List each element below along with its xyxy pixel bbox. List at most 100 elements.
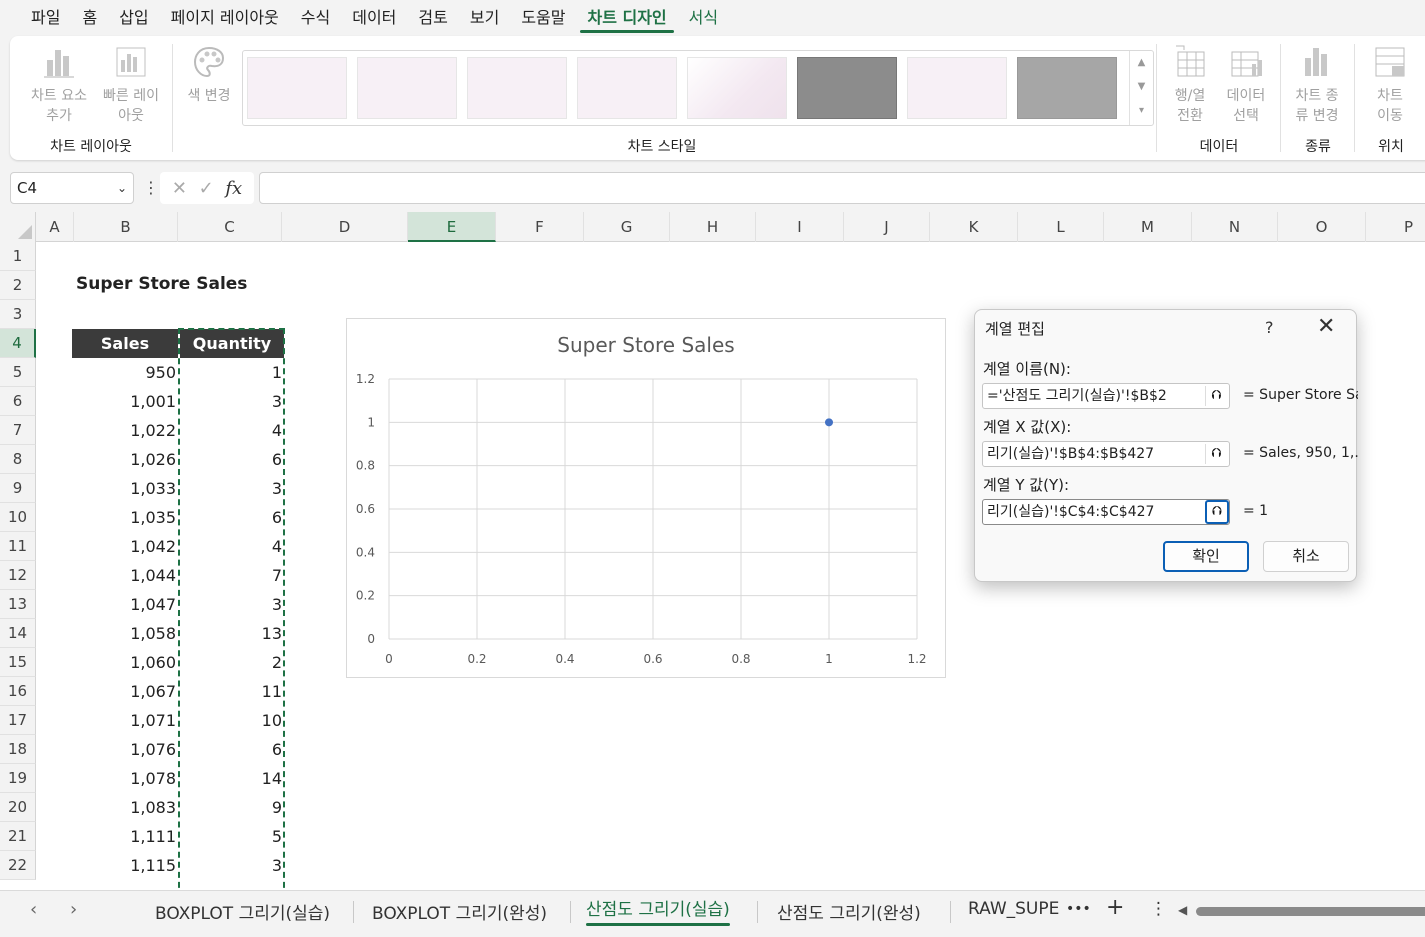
column-header[interactable]: K — [930, 212, 1018, 242]
column-header[interactable]: M — [1104, 212, 1192, 242]
cell-sales[interactable]: 1,042 — [72, 532, 176, 561]
menu-tab[interactable]: 도움말 — [510, 0, 576, 36]
row-header[interactable]: 1 — [0, 242, 36, 271]
header-sales[interactable]: Sales — [72, 329, 178, 358]
chevron-down-icon[interactable]: ⌄ — [117, 173, 127, 203]
chart-style-3[interactable] — [467, 57, 567, 119]
name-box[interactable]: C4 ⌄ — [10, 172, 134, 204]
help-icon[interactable]: ? — [1265, 318, 1274, 337]
sheet-tab-boxplot-practice[interactable]: BOXPLOT 그리기(실습) — [155, 899, 330, 924]
row-header[interactable]: 4 — [0, 329, 36, 358]
cell-sales[interactable]: 1,076 — [72, 735, 176, 764]
select-data-button[interactable]: 데이터 선택 — [1220, 42, 1272, 126]
gallery-down-icon[interactable]: ▼ — [1130, 75, 1153, 99]
row-header[interactable]: 13 — [0, 590, 36, 619]
row-header[interactable]: 16 — [0, 677, 36, 706]
sheet-title-cell[interactable]: Super Store Sales — [76, 274, 247, 294]
row-header[interactable]: 12 — [0, 561, 36, 590]
row-header[interactable]: 10 — [0, 503, 36, 532]
row-header[interactable]: 2 — [0, 271, 36, 300]
cell-sales[interactable]: 1,083 — [72, 793, 176, 822]
add-sheet-icon[interactable]: + — [1106, 895, 1124, 920]
column-header[interactable]: P — [1366, 212, 1425, 242]
sheet-tab-scatter-complete[interactable]: 산점도 그리기(완성) — [777, 899, 921, 924]
change-colors-button[interactable]: 색 변경 — [180, 42, 238, 106]
column-header[interactable]: C — [178, 212, 282, 242]
row-header[interactable]: 6 — [0, 387, 36, 416]
cell-sales[interactable]: 1,035 — [72, 503, 176, 532]
formula-input[interactable] — [259, 172, 1425, 204]
menu-tab[interactable]: 삽입 — [108, 0, 159, 36]
cell-sales[interactable]: 1,111 — [72, 822, 176, 851]
cell-sales[interactable]: 1,060 — [72, 648, 176, 677]
chart-style-4[interactable] — [577, 57, 677, 119]
column-header[interactable]: I — [756, 212, 844, 242]
row-header[interactable]: 19 — [0, 764, 36, 793]
series-y-input[interactable]: 리기(실습)'!$C$4:$C$427 ⮉ — [982, 499, 1230, 525]
cell-sales[interactable]: 1,115 — [72, 851, 176, 880]
row-header[interactable]: 17 — [0, 706, 36, 735]
row-header[interactable]: 8 — [0, 445, 36, 474]
menu-tab[interactable]: 파일 — [20, 0, 71, 36]
sheet-tab-boxplot-complete[interactable]: BOXPLOT 그리기(완성) — [372, 899, 547, 924]
close-icon[interactable]: ✕ — [1317, 314, 1335, 339]
chevron-left-icon[interactable]: ‹ — [30, 899, 37, 920]
more-options-icon[interactable]: ⋮ — [143, 178, 159, 197]
cell-sales[interactable]: 1,071 — [72, 706, 176, 735]
menu-tab[interactable]: 검토 — [407, 0, 458, 36]
chevron-right-icon[interactable]: › — [70, 899, 77, 920]
scatter-chart[interactable]: Super Store Sales 0 0.2 0.4 0.6 0.8 1 1.2 0 0.2 0… — [346, 318, 946, 678]
chart-style-5[interactable] — [687, 57, 787, 119]
insert-function-icon[interactable]: fx — [225, 178, 242, 199]
ok-button[interactable]: 확인 — [1163, 541, 1249, 572]
chart-style-2[interactable] — [357, 57, 457, 119]
horizontal-scrollbar[interactable] — [1196, 907, 1425, 916]
more-sheets-icon[interactable]: ••• — [1066, 901, 1091, 917]
cell-sales[interactable]: 1,022 — [72, 416, 176, 445]
chart-style-1[interactable] — [247, 57, 347, 119]
cell-sales[interactable]: 1,026 — [72, 445, 176, 474]
cancel-icon[interactable]: ✕ — [172, 178, 187, 199]
menu-tab[interactable]: 홈 — [71, 0, 108, 36]
menu-tab[interactable]: 차트 디자인 — [576, 0, 677, 36]
row-header[interactable]: 18 — [0, 735, 36, 764]
chart-style-6[interactable] — [797, 57, 897, 119]
gallery-more-icon[interactable]: ▾ — [1130, 99, 1153, 123]
sheet-tab-scatter-practice[interactable]: 산점도 그리기(실습) — [586, 895, 730, 926]
column-header[interactable]: N — [1192, 212, 1278, 242]
column-header[interactable]: B — [74, 212, 178, 242]
row-header[interactable]: 5 — [0, 358, 36, 387]
cell-sales[interactable]: 1,044 — [72, 561, 176, 590]
switch-row-column-button[interactable]: 행/열 전환 — [1162, 42, 1218, 126]
column-header[interactable]: G — [584, 212, 670, 242]
chart-style-8[interactable] — [1017, 57, 1117, 119]
menu-tab[interactable]: 보기 — [459, 0, 510, 36]
column-header[interactable]: H — [670, 212, 756, 242]
row-header[interactable]: 11 — [0, 532, 36, 561]
row-header[interactable]: 20 — [0, 793, 36, 822]
chart-style-7[interactable] — [907, 57, 1007, 119]
series-x-input[interactable]: 리기(실습)'!$B$4:$B$427 ⮉ — [982, 441, 1230, 467]
row-header[interactable]: 7 — [0, 416, 36, 445]
column-header[interactable]: D — [282, 212, 408, 242]
column-header[interactable]: O — [1278, 212, 1366, 242]
sheet-tab-raw-data[interactable]: RAW_SUPE — [968, 899, 1059, 919]
series-name-input[interactable]: ='산점도 그리기(실습)'!$B$2 ⮉ — [982, 383, 1230, 409]
row-header[interactable]: 22 — [0, 851, 36, 880]
column-header[interactable]: J — [844, 212, 930, 242]
collapse-dialog-icon[interactable]: ⮉ — [1205, 500, 1229, 524]
cell-sales[interactable]: 1,067 — [72, 677, 176, 706]
change-chart-type-button[interactable]: 차트 종류 변경 — [1286, 42, 1348, 126]
row-header[interactable]: 9 — [0, 474, 36, 503]
enter-icon[interactable]: ✓ — [199, 178, 214, 199]
menu-tab[interactable]: 서식 — [678, 0, 729, 36]
cancel-button[interactable]: 취소 — [1263, 541, 1349, 572]
cell-sales[interactable]: 1,078 — [72, 764, 176, 793]
row-header[interactable]: 14 — [0, 619, 36, 648]
column-header[interactable]: E — [408, 212, 496, 242]
column-header[interactable]: F — [496, 212, 584, 242]
scroll-left-icon[interactable]: ◀ — [1178, 903, 1187, 917]
row-header[interactable]: 15 — [0, 648, 36, 677]
quick-layout-button[interactable]: 빠른 레이아웃 — [96, 42, 166, 126]
data-point[interactable] — [825, 418, 833, 427]
